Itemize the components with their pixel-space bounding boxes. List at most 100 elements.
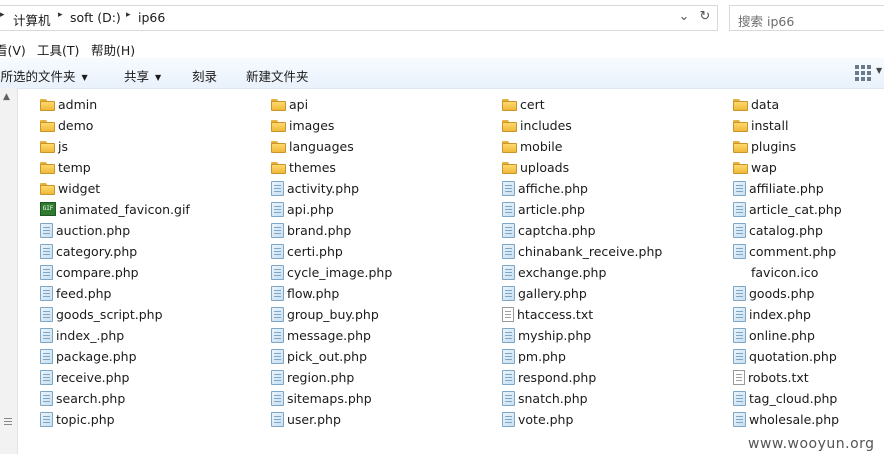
file-item[interactable]: captcha.php [502, 220, 596, 240]
folder-item[interactable]: api [271, 94, 308, 114]
folder-item[interactable]: demo [40, 115, 93, 135]
file-item[interactable]: topic.php [40, 409, 115, 429]
php-file-icon [502, 243, 515, 259]
file-item[interactable]: affiche.php [502, 178, 588, 198]
vertical-scrollbar[interactable]: ▲ [0, 88, 18, 454]
new-folder-button[interactable]: 新建文件夹 [246, 66, 309, 85]
file-item[interactable]: brand.php [271, 220, 351, 240]
folder-item[interactable]: mobile [502, 136, 562, 156]
breadcrumb-drive[interactable]: soft (D:) [70, 10, 121, 25]
file-item[interactable]: respond.php [502, 367, 596, 387]
file-item[interactable]: feed.php [40, 283, 111, 303]
file-item[interactable]: online.php [733, 325, 815, 345]
file-item[interactable]: index_.php [40, 325, 124, 345]
file-item[interactable]: exchange.php [502, 262, 606, 282]
file-item[interactable]: chinabank_receive.php [502, 241, 662, 261]
folder-item[interactable]: languages [271, 136, 354, 156]
breadcrumb-computer[interactable]: 计算机 [13, 10, 51, 29]
file-item[interactable]: category.php [40, 241, 137, 261]
file-name: brand.php [287, 222, 352, 238]
file-item[interactable]: group_buy.php [271, 304, 379, 324]
folder-item[interactable]: plugins [733, 136, 796, 156]
command-bar: 含所选的文件夹 ▼ 共享 ▼ 刻录 新建文件夹 ▼ [0, 58, 884, 89]
php-file-icon [271, 348, 284, 364]
file-name: images [289, 117, 335, 133]
file-name: favicon.ico [751, 264, 819, 280]
file-item[interactable]: myship.php [502, 325, 591, 345]
file-item[interactable]: certi.php [271, 241, 343, 261]
file-name: data [751, 96, 780, 112]
file-item[interactable]: favicon.ico [733, 262, 818, 282]
php-file-icon [271, 264, 284, 280]
file-item[interactable]: comment.php [733, 241, 836, 261]
folder-item[interactable]: admin [40, 94, 97, 114]
folder-item[interactable]: images [271, 115, 334, 135]
file-item[interactable]: goods.php [733, 283, 814, 303]
file-item[interactable]: receive.php [40, 367, 129, 387]
address-dropdown-icon[interactable]: ⌄ [676, 9, 692, 25]
menu-tools[interactable]: 工具(T) [37, 40, 79, 59]
folder-item[interactable]: temp [40, 157, 91, 177]
file-item[interactable]: user.php [271, 409, 341, 429]
include-in-library-label: 含所选的文件夹 [0, 69, 76, 84]
breadcrumb-separator-icon[interactable]: ▸ [126, 10, 131, 20]
folder-item[interactable]: cert [502, 94, 545, 114]
file-item[interactable]: message.php [271, 325, 371, 345]
search-input[interactable]: 搜索 ip66 [729, 5, 884, 31]
file-item[interactable]: auction.php [40, 220, 130, 240]
file-item[interactable]: snatch.php [502, 388, 588, 408]
file-name: uploads [520, 159, 570, 175]
file-name: languages [289, 138, 354, 154]
file-item[interactable]: GIF animated_favicon.gif [40, 199, 190, 219]
file-item[interactable]: goods_script.php [40, 304, 163, 324]
folder-icon [733, 140, 748, 153]
file-item[interactable]: region.php [271, 367, 354, 387]
file-item[interactable]: wholesale.php [733, 409, 839, 429]
file-item[interactable]: quotation.php [733, 346, 837, 366]
file-item[interactable]: compare.php [40, 262, 139, 282]
breadcrumb-separator-icon[interactable]: ▸ [0, 10, 5, 20]
file-item[interactable]: package.php [40, 346, 137, 366]
php-file-icon [271, 180, 284, 196]
folder-item[interactable]: js [40, 136, 68, 156]
file-item[interactable]: gallery.php [502, 283, 587, 303]
menu-help[interactable]: 帮助(H) [91, 40, 135, 59]
file-item[interactable]: htaccess.txt [502, 304, 593, 324]
file-item[interactable]: activity.php [271, 178, 359, 198]
folder-item[interactable]: widget [40, 178, 100, 198]
menu-view[interactable]: 看(V) [0, 40, 26, 59]
file-item[interactable]: index.php [733, 304, 811, 324]
scroll-up-icon[interactable]: ▲ [3, 92, 10, 102]
view-options-icon[interactable] [855, 65, 871, 81]
include-in-library-button[interactable]: 含所选的文件夹 ▼ [0, 66, 88, 85]
file-item[interactable]: tag_cloud.php [733, 388, 837, 408]
refresh-icon[interactable]: ↻ [697, 9, 713, 25]
file-item[interactable]: affiliate.php [733, 178, 824, 198]
breadcrumb-folder[interactable]: ip66 [138, 10, 165, 25]
file-item[interactable]: vote.php [502, 409, 573, 429]
file-item[interactable]: catalog.php [733, 220, 823, 240]
file-item[interactable]: pm.php [502, 346, 566, 366]
file-item[interactable]: flow.php [271, 283, 339, 303]
folder-item[interactable]: data [733, 94, 779, 114]
folder-item[interactable]: wap [733, 157, 777, 177]
file-item[interactable]: sitemaps.php [271, 388, 372, 408]
file-item[interactable]: article.php [502, 199, 585, 219]
scroll-grip[interactable] [4, 418, 12, 428]
burn-button[interactable]: 刻录 [192, 66, 217, 85]
folder-item[interactable]: uploads [502, 157, 569, 177]
folder-item[interactable]: includes [502, 115, 572, 135]
file-item[interactable]: cycle_image.php [271, 262, 392, 282]
file-item[interactable]: api.php [271, 199, 334, 219]
breadcrumb-separator-icon[interactable]: ▸ [58, 10, 63, 20]
chevron-down-icon[interactable]: ▼ [876, 66, 882, 75]
folder-item[interactable]: install [733, 115, 788, 135]
php-file-icon [502, 369, 515, 385]
php-file-icon [502, 222, 515, 238]
file-item[interactable]: article_cat.php [733, 199, 842, 219]
file-item[interactable]: pick_out.php [271, 346, 367, 366]
folder-item[interactable]: themes [271, 157, 336, 177]
file-item[interactable]: robots.txt [733, 367, 809, 387]
file-item[interactable]: search.php [40, 388, 125, 408]
share-button[interactable]: 共享 ▼ [124, 66, 161, 85]
